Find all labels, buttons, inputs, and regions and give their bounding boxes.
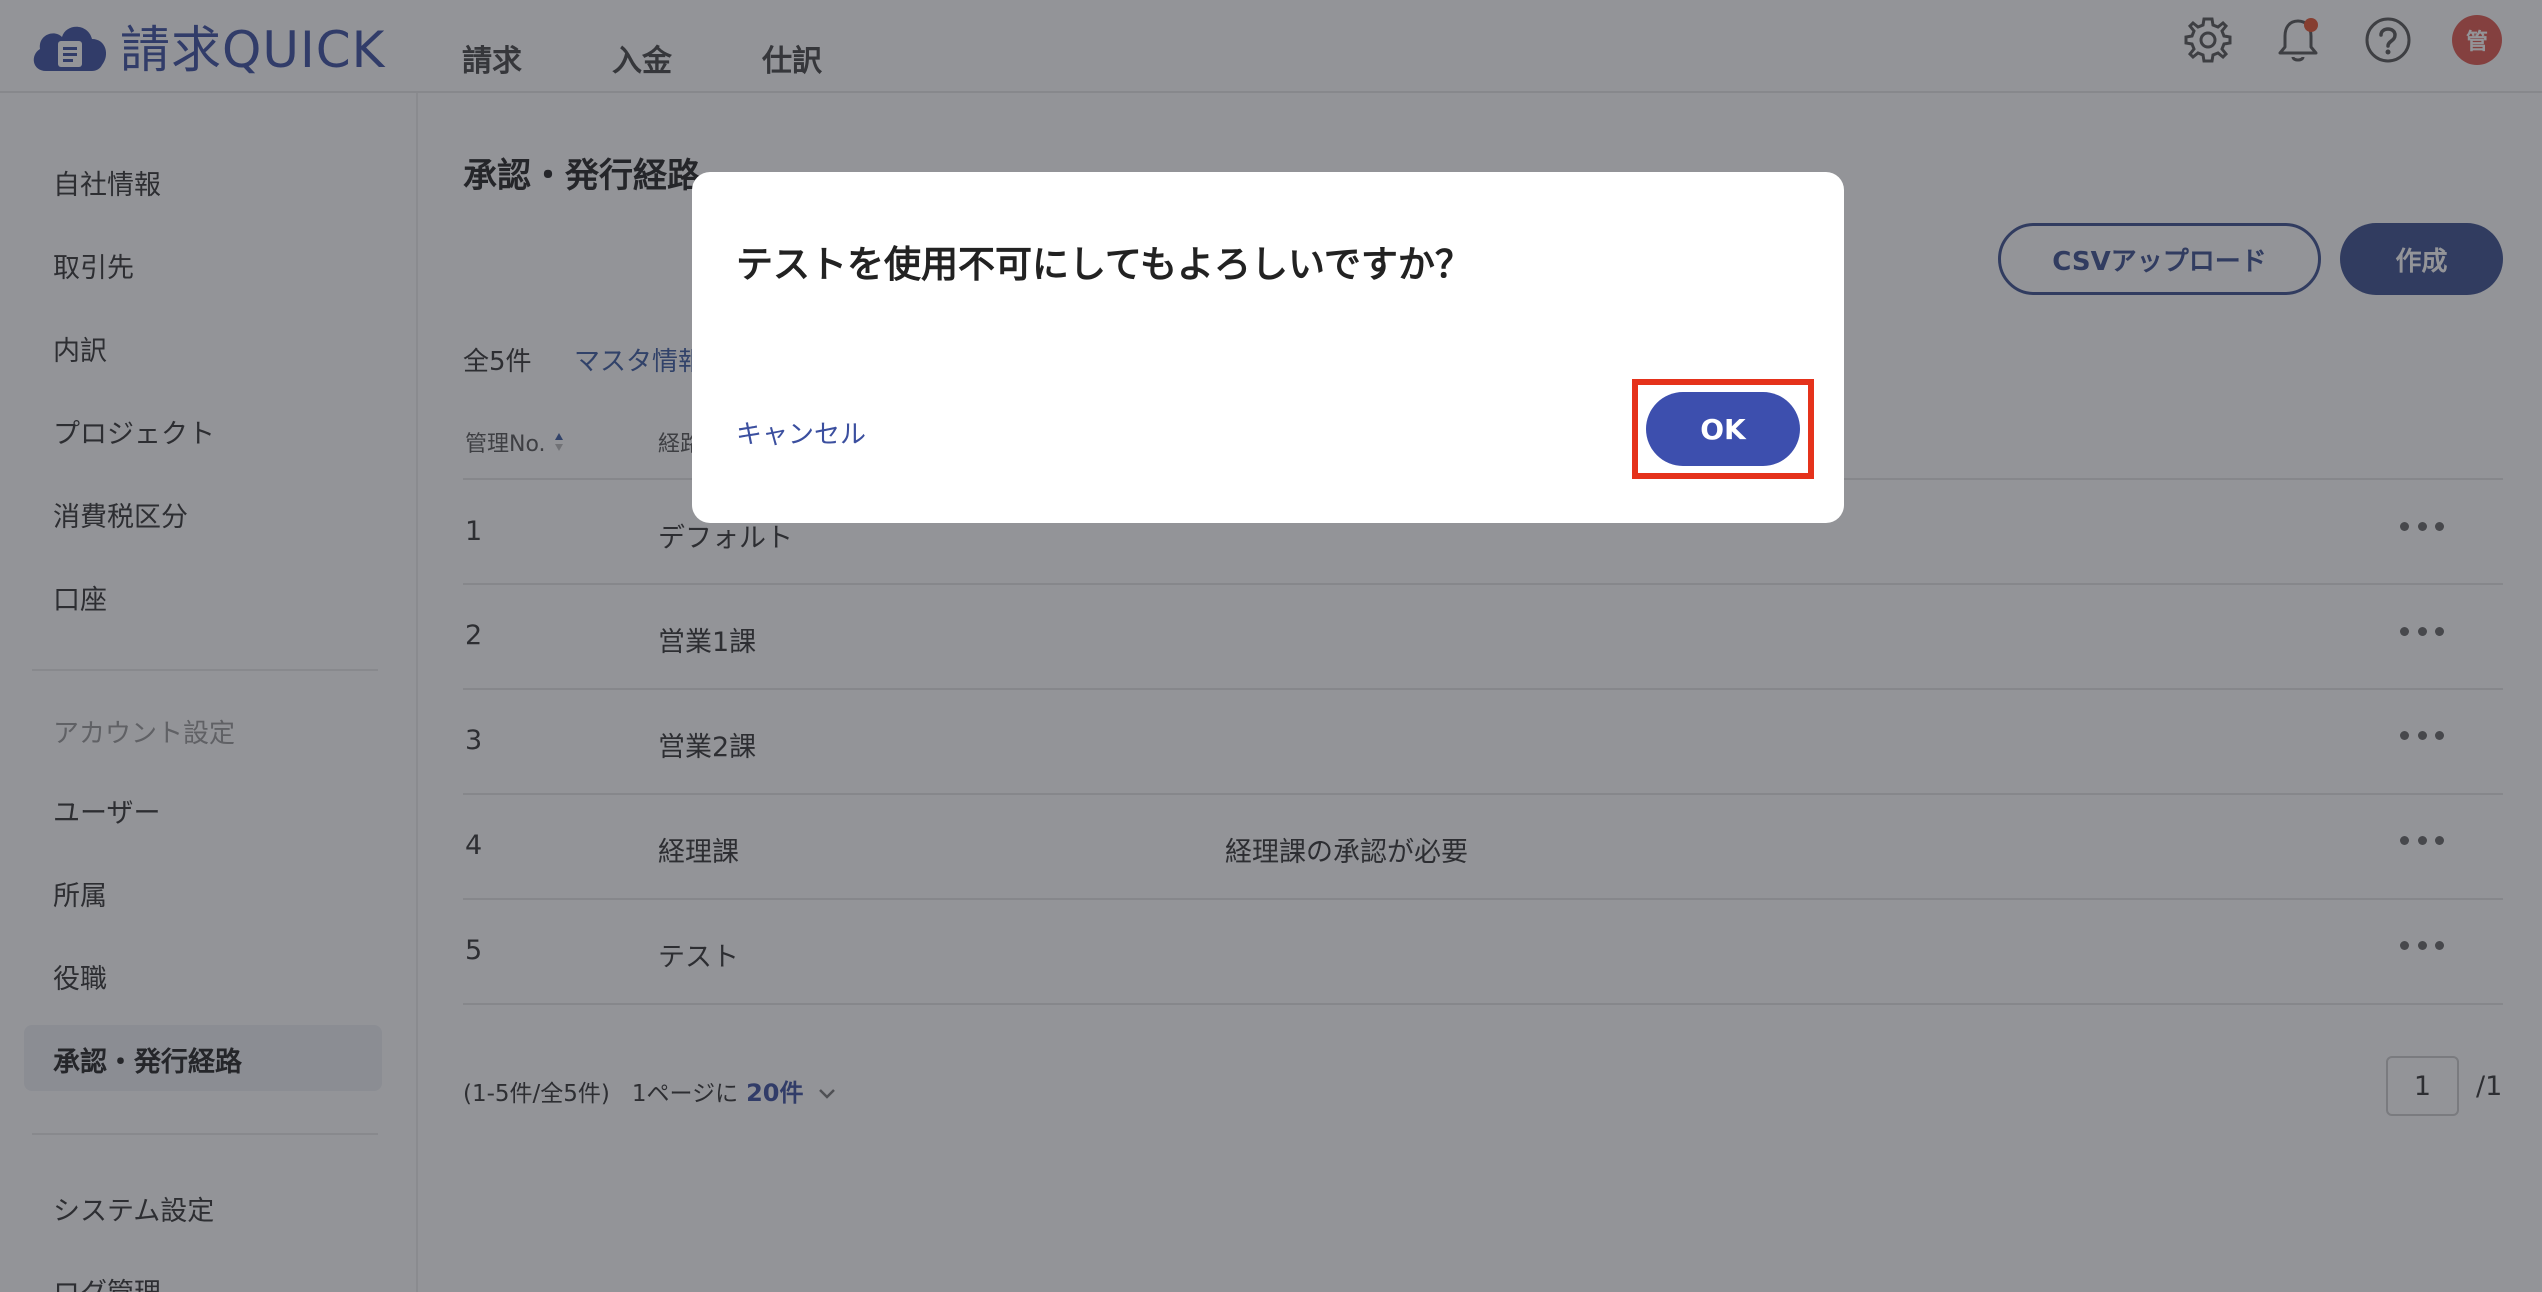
ok-button[interactable]: OK <box>1646 392 1800 466</box>
dialog-message: テストを使用不可にしてもよろしいですか？ <box>736 243 1472 286</box>
cancel-button[interactable]: キャンセル <box>736 414 866 451</box>
confirm-dialog: テストを使用不可にしてもよろしいですか？ キャンセル OK <box>692 172 1844 523</box>
